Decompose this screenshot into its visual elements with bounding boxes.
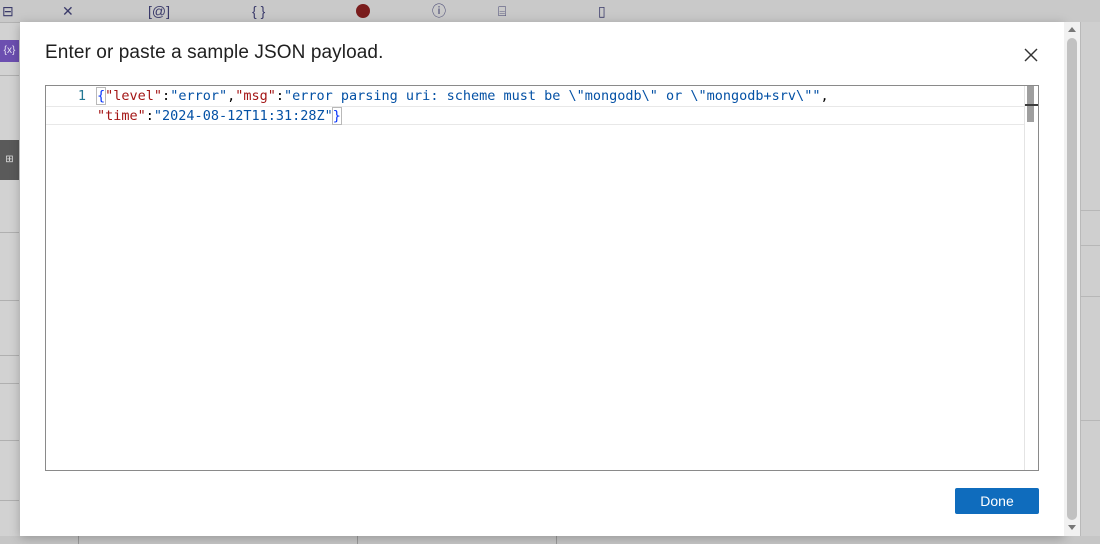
background-file-icon: ⌸ (498, 2, 507, 19)
cursor-position-marker (1025, 104, 1038, 106)
background-divider (0, 75, 19, 76)
json-token-punct: : (162, 88, 171, 104)
json-token-punct: , (820, 88, 829, 104)
background-divider (1080, 296, 1100, 297)
json-token-key: "level" (105, 88, 163, 104)
background-divider (1080, 420, 1100, 421)
background-table-icon: ⊞ (0, 140, 19, 180)
background-toolbar: ⊟ ✕ [@] { } ⓘ ⌸ ▯ (0, 0, 1100, 23)
background-parameters-icon: [@] (148, 3, 170, 19)
background-divider (78, 536, 79, 544)
dialog-scrollbar[interactable] (1064, 22, 1080, 536)
background-info-icon: ⓘ (432, 3, 446, 19)
background-divider (0, 383, 19, 384)
background-variable-icon: {x} (0, 40, 19, 62)
json-token-str: "error parsing uri: scheme must be \"mon… (284, 88, 821, 104)
editor-scrollbar[interactable] (1024, 86, 1038, 470)
json-token-str: "error" (170, 88, 228, 104)
json-token-key: "msg" (235, 88, 276, 104)
background-bottom-strip (0, 536, 1100, 544)
json-token-punct: : (275, 88, 285, 104)
code-text: "time":"2024-08-12T11:31:28Z"} (97, 107, 342, 126)
background-divider (1080, 210, 1100, 211)
json-editor[interactable]: "time":"2024-08-12T11:31:28Z"} 1 {"level":… (45, 85, 1039, 471)
code-line[interactable]: "time":"2024-08-12T11:31:28Z"} (46, 106, 1026, 125)
json-payload-dialog: Enter or paste a sample JSON payload. "t… (20, 22, 1064, 536)
json-token-punct: : (145, 108, 154, 124)
background-code-view-icon: { } (252, 3, 266, 19)
dialog-title: Enter or paste a sample JSON payload. (45, 42, 384, 63)
line-number: 1 (77, 88, 86, 104)
background-divider (556, 536, 557, 544)
close-button[interactable] (1020, 44, 1042, 66)
json-token-brace: } (331, 107, 342, 125)
json-token-punct: , (227, 88, 236, 104)
background-bookmark-icon: ▯ (598, 2, 606, 19)
background-error-icon (356, 2, 380, 20)
background-save-icon: ⊟ (2, 2, 14, 19)
background-divider (0, 355, 19, 356)
json-token-str: "2024-08-12T11:31:28Z" (153, 108, 333, 124)
scroll-up-arrow-icon[interactable] (1068, 27, 1076, 32)
code-line[interactable]: 1 {"level":"error","msg":"error parsing u… (46, 87, 1026, 106)
json-token-key: "time" (97, 108, 146, 124)
code-text: {"level":"error","msg":"error parsing ur… (95, 87, 829, 106)
background-right-panel (1080, 22, 1100, 544)
json-token-brace: { (95, 87, 107, 105)
close-icon (1024, 48, 1038, 62)
background-divider (357, 536, 358, 544)
scroll-down-arrow-icon[interactable] (1068, 525, 1076, 530)
background-divider (0, 500, 19, 501)
background-divider (1080, 245, 1100, 246)
dialog-scrollbar-thumb[interactable] (1067, 38, 1077, 520)
done-button[interactable]: Done (955, 488, 1039, 514)
background-divider (0, 232, 19, 233)
background-discard-icon: ✕ (62, 2, 74, 19)
background-divider (0, 440, 19, 441)
background-divider (0, 300, 19, 301)
